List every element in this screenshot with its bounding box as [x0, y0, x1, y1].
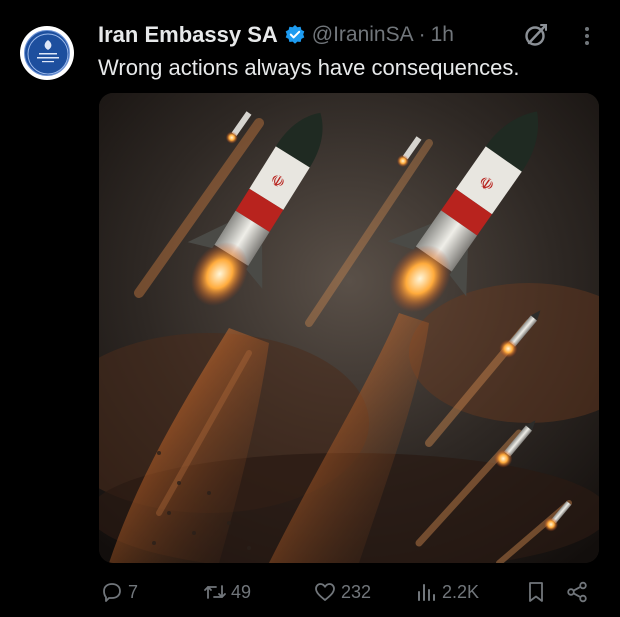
views-button[interactable]: 2.2K	[414, 580, 479, 604]
verified-badge-icon[interactable]	[284, 24, 306, 46]
tweet-image[interactable]: ☫ ☫	[99, 93, 599, 563]
retweet-button[interactable]: 49	[203, 580, 251, 604]
like-count: 232	[341, 581, 372, 602]
reply-count: 7	[128, 581, 139, 602]
share-icon	[567, 581, 587, 603]
bookmark-icon	[529, 582, 543, 602]
avatar[interactable]	[20, 26, 74, 80]
views-icon	[418, 584, 435, 601]
like-button[interactable]: 232	[313, 580, 371, 604]
embassy-seal-icon	[24, 30, 70, 76]
grok-icon[interactable]	[523, 22, 549, 48]
tweet-text: Wrong actions always have consequences.	[98, 55, 520, 80]
more-options-icon[interactable]	[580, 24, 594, 48]
author-handle[interactable]: @IraninSA	[312, 23, 414, 47]
bookmark-button[interactable]	[524, 580, 552, 604]
tweet-actions: 7 49 232 2.2K	[0, 574, 620, 614]
author-name[interactable]: Iran Embassy SA	[98, 22, 278, 48]
reply-button[interactable]: 7	[100, 580, 138, 604]
retweet-count: 49	[231, 581, 252, 602]
separator-dot: ·	[418, 23, 426, 46]
missiles-artwork: ☫ ☫	[99, 93, 599, 563]
tweet[interactable]: Iran Embassy SA @IraninSA · 1h Wrong act…	[0, 0, 620, 617]
tweet-time[interactable]: 1h	[431, 23, 454, 47]
reply-icon	[103, 583, 121, 602]
like-icon	[315, 583, 335, 601]
retweet-icon	[204, 585, 226, 599]
views-count: 2.2K	[442, 581, 480, 602]
share-button[interactable]	[565, 580, 593, 604]
tweet-header: Iran Embassy SA @IraninSA · 1h	[98, 20, 454, 50]
